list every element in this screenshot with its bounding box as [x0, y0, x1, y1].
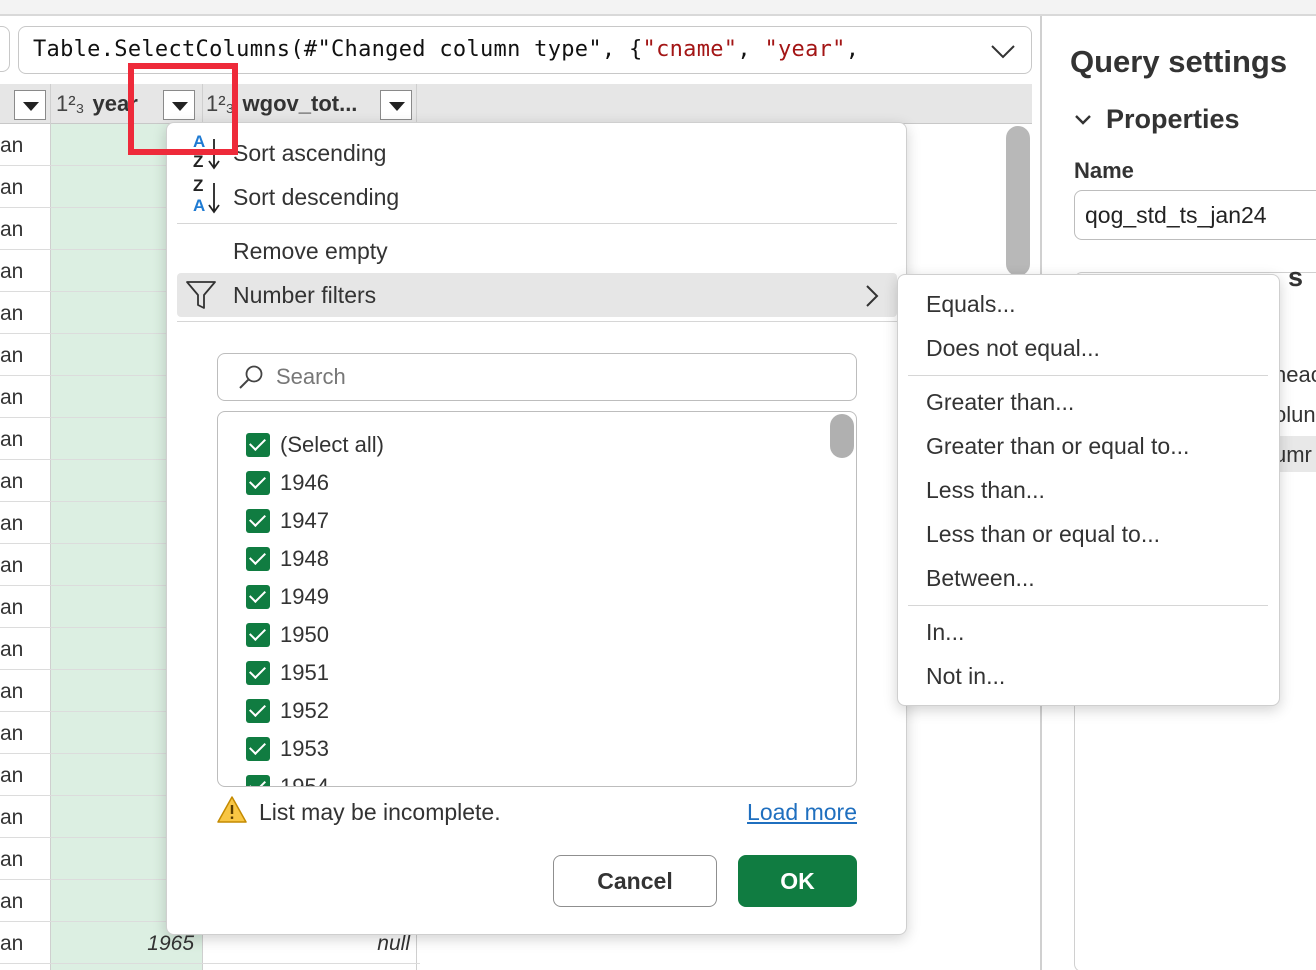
table-cell[interactable]: an	[0, 470, 23, 494]
value-checkbox[interactable]: 1949	[246, 580, 329, 614]
value-checkbox[interactable]: 1946	[246, 466, 329, 500]
table-cell[interactable]: an	[0, 932, 23, 956]
checkbox-checked-icon[interactable]	[246, 585, 270, 609]
table-cell[interactable]: an	[0, 428, 23, 452]
menu-divider	[908, 605, 1268, 606]
grid-scrollbar-thumb[interactable]	[1006, 126, 1030, 276]
checkbox-checked-icon[interactable]	[246, 433, 270, 457]
chevron-down-icon	[1075, 114, 1091, 125]
number-type-icon: 1²₃	[56, 91, 85, 116]
list-scrollbar-thumb[interactable]	[830, 414, 854, 458]
value-checkbox[interactable]: 1952	[246, 694, 329, 728]
menu-divider	[908, 375, 1268, 376]
table-cell[interactable]: an	[0, 344, 23, 368]
column-filter-popup: AZ Sort ascending ZA Sort descending Rem…	[166, 122, 907, 935]
top-strip	[0, 0, 1316, 16]
ok-button[interactable]: OK	[738, 855, 857, 907]
number-filters-submenu: Equals... Does not equal... Greater than…	[897, 274, 1280, 706]
properties-section-toggle[interactable]: Properties	[1074, 104, 1240, 135]
checkbox-checked-icon[interactable]	[246, 547, 270, 571]
sort-descending-item[interactable]: ZA Sort descending	[177, 175, 897, 219]
table-cell[interactable]: an	[0, 764, 23, 788]
table-cell[interactable]: null	[204, 932, 410, 956]
column-filter-button-year[interactable]	[163, 90, 195, 120]
remove-empty-item[interactable]: Remove empty	[177, 229, 897, 273]
sort-ascending-icon: AZ	[185, 133, 225, 175]
filter-not-in[interactable]: Not in...	[926, 663, 1005, 690]
table-cell[interactable]: an	[0, 512, 23, 536]
filter-between[interactable]: Between...	[926, 565, 1035, 592]
number-type-icon: 1²₃	[206, 91, 235, 116]
table-cell[interactable]: an	[0, 218, 23, 242]
filter-greater-or-equal[interactable]: Greater than or equal to...	[926, 433, 1189, 460]
table-cell[interactable]: an	[0, 848, 23, 872]
menu-divider	[177, 223, 897, 224]
formula-bar[interactable]: Table.SelectColumns(#"Changed column typ…	[18, 26, 1032, 74]
column-header-year[interactable]: 1²₃ year	[56, 84, 138, 124]
number-filters-item[interactable]: Number filters	[177, 273, 897, 317]
query-settings-title: Query settings	[1070, 44, 1288, 79]
sort-descending-icon: ZA	[185, 177, 225, 219]
value-checkbox[interactable]: 1947	[246, 504, 329, 538]
value-checkbox[interactable]: 1953	[246, 732, 329, 766]
search-field[interactable]	[217, 353, 857, 401]
filter-not-equal[interactable]: Does not equal...	[926, 335, 1100, 362]
select-all-checkbox[interactable]: (Select all)	[246, 428, 384, 462]
warning-icon	[217, 796, 247, 823]
formula-text[interactable]: Table.SelectColumns(#"Changed column typ…	[33, 37, 859, 62]
filter-in[interactable]: In...	[926, 619, 964, 646]
table-cell[interactable]: an	[0, 302, 23, 326]
chevron-down-icon[interactable]	[989, 39, 1017, 63]
checkbox-checked-icon[interactable]	[246, 471, 270, 495]
table-cell[interactable]: an	[0, 890, 23, 914]
load-more-link[interactable]: Load more	[747, 799, 857, 826]
checkbox-checked-icon[interactable]	[246, 699, 270, 723]
sort-ascending-item[interactable]: AZ Sort ascending	[177, 131, 897, 175]
value-checkbox[interactable]: 1951	[246, 656, 329, 690]
checkbox-checked-icon[interactable]	[246, 775, 270, 786]
filter-less-than[interactable]: Less than...	[926, 477, 1045, 504]
column-header-row: 1²₃ year 1²₃ wgov_tot...	[0, 84, 1032, 124]
filter-equals[interactable]: Equals...	[926, 291, 1016, 318]
value-checkbox[interactable]: 1950	[246, 618, 329, 652]
filter-greater-than[interactable]: Greater than...	[926, 389, 1074, 416]
table-cell[interactable]: an	[0, 386, 23, 410]
menu-divider	[177, 321, 897, 322]
name-label: Name	[1074, 158, 1134, 183]
table-cell[interactable]: an	[0, 638, 23, 662]
chevron-right-icon	[866, 285, 879, 307]
funnel-icon	[186, 281, 216, 309]
table-cell[interactable]: an	[0, 722, 23, 746]
column-filter-button-wgov[interactable]	[380, 90, 412, 120]
query-name-input[interactable]: qog_std_ts_jan24	[1074, 190, 1316, 240]
checkbox-checked-icon[interactable]	[246, 509, 270, 533]
search-icon	[239, 365, 263, 389]
table-cell[interactable]: an	[0, 680, 23, 704]
table-cell[interactable]: 1965	[52, 932, 194, 956]
formula-left-button[interactable]	[0, 26, 10, 72]
applied-step-item[interactable]: heac	[1274, 362, 1316, 388]
checkbox-checked-icon[interactable]	[246, 661, 270, 685]
cancel-button[interactable]: Cancel	[553, 855, 717, 907]
value-checkbox[interactable]: 1948	[246, 542, 329, 576]
table-cell[interactable]: an	[0, 596, 23, 620]
value-checkbox-list: (Select all) 1946 1947 1948 1949 1950 1951 1952…	[217, 411, 857, 787]
table-cell[interactable]: an	[0, 806, 23, 830]
table-cell[interactable]: an	[0, 176, 23, 200]
column-filter-button-cname[interactable]	[14, 90, 46, 120]
checkbox-checked-icon[interactable]	[246, 737, 270, 761]
table-cell[interactable]: an	[0, 260, 23, 284]
table-cell[interactable]: an	[0, 134, 23, 158]
search-input[interactable]	[276, 362, 836, 392]
value-checkbox[interactable]: 1954	[246, 770, 329, 786]
applied-step-item[interactable]: olun	[1274, 402, 1316, 428]
table-cell[interactable]: an	[0, 554, 23, 578]
checkbox-checked-icon[interactable]	[246, 623, 270, 647]
incomplete-list-warning: List may be incomplete. Load more	[217, 795, 857, 831]
column-header-wgov[interactable]: 1²₃ wgov_tot...	[206, 84, 357, 124]
filter-less-or-equal[interactable]: Less than or equal to...	[926, 521, 1160, 548]
